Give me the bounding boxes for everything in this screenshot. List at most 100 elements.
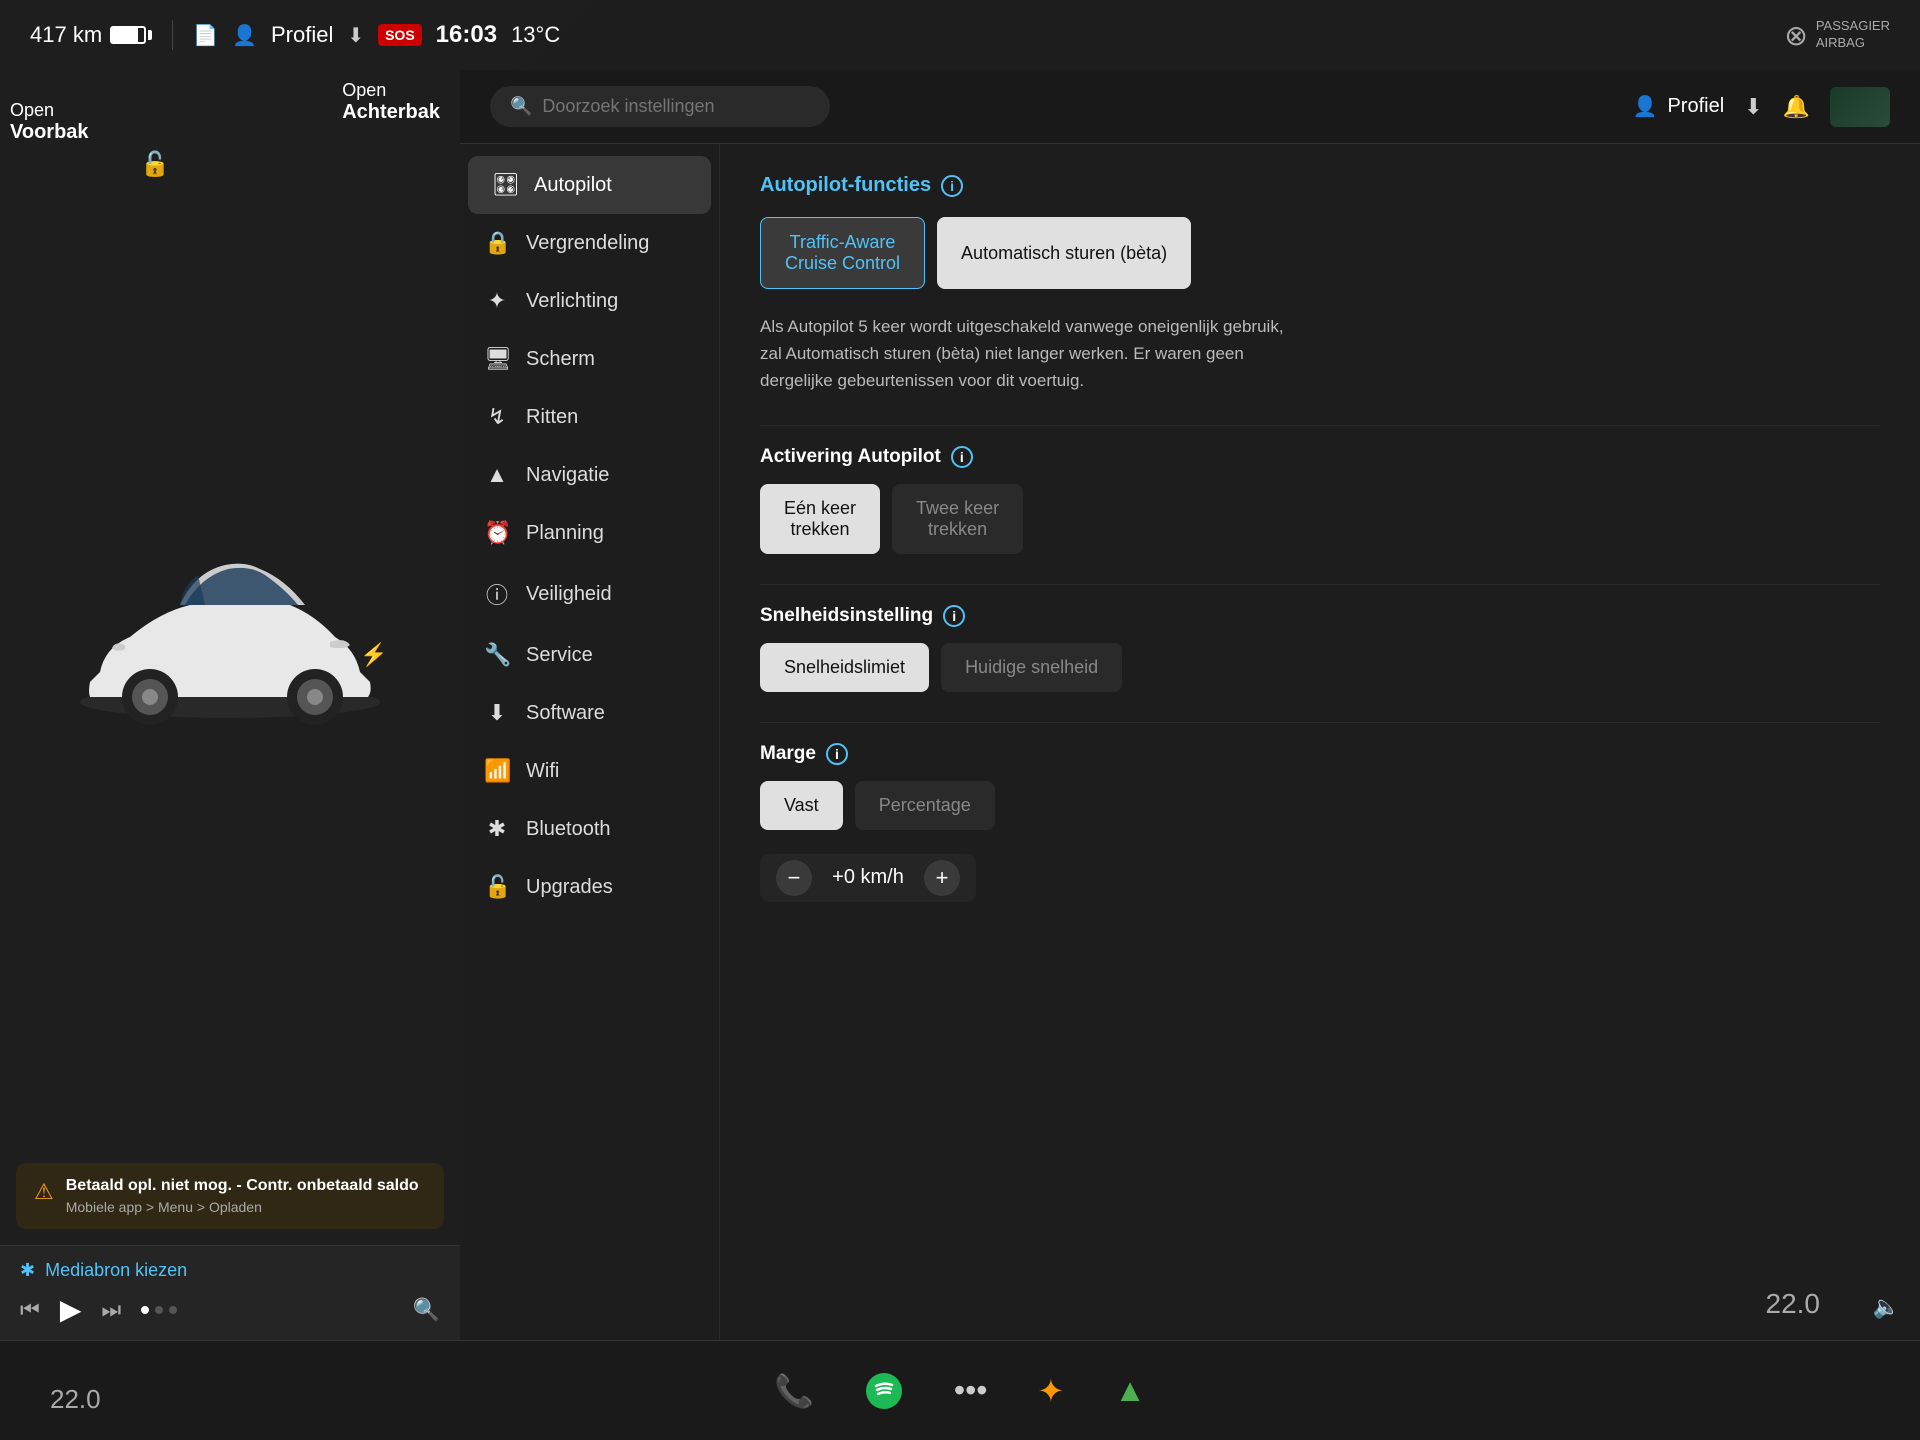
search-media-button[interactable]: 🔍 <box>413 1297 440 1323</box>
svg-text:⚡: ⚡ <box>360 642 387 668</box>
battery-range: 417 km <box>30 22 152 48</box>
btn-percentage[interactable]: Percentage <box>855 781 995 830</box>
speed-minus-button[interactable]: − <box>776 860 812 896</box>
settings-body: 🎛 Autopilot 🔒 Vergrendeling ✦ Verlichtin… <box>460 144 1920 1340</box>
service-label: Service <box>526 644 593 667</box>
menu-item-scherm[interactable]: 🖥 Scherm <box>460 330 719 388</box>
warning-icon: ⚠ <box>34 1179 54 1205</box>
battery-icon <box>110 26 152 44</box>
btn-vast[interactable]: Vast <box>760 781 843 830</box>
marge-info-icon[interactable]: i <box>826 743 848 765</box>
dot-3 <box>169 1306 177 1314</box>
snelheid-info-icon[interactable]: i <box>943 605 965 627</box>
scherm-label: Scherm <box>526 348 595 371</box>
car-container: Open Voorbak Open Achterbak 🔓 <box>0 70 460 1163</box>
menu-item-vergrendeling[interactable]: 🔒 Vergrendeling <box>460 214 719 272</box>
taskbar-arcade-button[interactable]: ✦ <box>1037 1372 1064 1410</box>
right-temperature-display: 22.0 <box>1766 1288 1821 1320</box>
menu-item-upgrades[interactable]: 🔓 Upgrades <box>460 858 719 916</box>
upgrades-icon: 🔓 <box>484 874 510 900</box>
speed-control: − +0 km/h + <box>760 854 976 902</box>
taskbar-nav-button[interactable]: ▲ <box>1114 1372 1146 1409</box>
menu-item-veiligheid[interactable]: ⓘ Veiligheid <box>460 562 719 626</box>
btn-huidige-snelheid[interactable]: Huidige snelheid <box>941 643 1122 692</box>
skip-back-button[interactable]: ⏮ <box>20 1297 40 1323</box>
volume-indicator[interactable]: 🔈 <box>1873 1294 1900 1320</box>
verlichting-icon: ✦ <box>484 288 510 314</box>
airbag-label: PASSAGIERAIRBAG <box>1816 18 1890 52</box>
scherm-icon: 🖥 <box>484 346 510 372</box>
warning-notification[interactable]: ⚠ Betaald opl. niet mog. - Contr. onbeta… <box>16 1163 444 1229</box>
menu-item-ritten[interactable]: ↯ Ritten <box>460 388 719 446</box>
btn-twee-keer[interactable]: Twee keertrekken <box>892 484 1023 554</box>
autopilot-functions-section: Autopilot-functies i <box>760 174 1880 197</box>
autopilot-mode-buttons: Traffic-AwareCruise Control Automatisch … <box>760 217 1880 289</box>
autopilot-functions-info-icon[interactable]: i <box>941 175 963 197</box>
taskbar-more-button[interactable]: ••• <box>954 1372 988 1409</box>
activering-title: Activering Autopilot i <box>760 446 1880 468</box>
marge-title: Marge i <box>760 743 1880 765</box>
profile-label-status: Profiel <box>271 22 333 48</box>
veiligheid-icon: ⓘ <box>484 578 510 610</box>
skip-forward-button[interactable]: ⏭ <box>101 1297 121 1323</box>
speed-plus-button[interactable]: + <box>924 860 960 896</box>
media-bar: ✱ Mediabron kiezen ⏮ ▶ ⏭ 🔍 <box>0 1245 460 1340</box>
bluetooth-label: Bluetooth <box>526 818 611 841</box>
menu-item-wifi[interactable]: 📶 Wifi <box>460 742 719 800</box>
btn-een-keer[interactable]: Eén keertrekken <box>760 484 880 554</box>
btn-auto-steer[interactable]: Automatisch sturen (bèta) <box>937 217 1191 289</box>
sos-badge[interactable]: SOS <box>378 24 422 46</box>
snelheid-label: Snelheidsinstelling <box>760 605 933 627</box>
autopilot-menu-label: Autopilot <box>534 174 612 197</box>
ritten-label: Ritten <box>526 406 578 429</box>
airbag-icon: ⊗ <box>1784 19 1807 52</box>
autopilot-functions-label: Autopilot-functies <box>760 174 931 197</box>
menu-item-service[interactable]: 🔧 Service <box>460 626 719 684</box>
status-time: 16:03 <box>436 21 497 49</box>
upgrades-label: Upgrades <box>526 876 613 899</box>
passenger-airbag: ⊗ PASSAGIERAIRBAG <box>1784 18 1890 52</box>
menu-item-software[interactable]: ⬇ Software <box>460 684 719 742</box>
btn-traffic-aware[interactable]: Traffic-AwareCruise Control <box>760 217 925 289</box>
search-input[interactable] <box>542 96 810 117</box>
marge-label: Marge <box>760 743 816 765</box>
menu-item-planning[interactable]: ⏰ Planning <box>460 504 719 562</box>
search-icon: 🔍 <box>510 96 532 117</box>
software-label: Software <box>526 702 605 725</box>
speed-value: +0 km/h <box>828 866 908 889</box>
download-icon-header[interactable]: ⬇ <box>1744 94 1762 120</box>
bell-icon[interactable]: 🔔 <box>1783 94 1810 120</box>
profile-label-header: Profiel <box>1667 95 1724 118</box>
wifi-label: Wifi <box>526 760 559 783</box>
taskbar-spotify-button[interactable] <box>864 1371 904 1411</box>
settings-menu: 🎛 Autopilot 🔒 Vergrendeling ✦ Verlichtin… <box>460 144 720 1340</box>
search-box[interactable]: 🔍 <box>490 86 830 127</box>
activering-buttons: Eén keertrekken Twee keertrekken <box>760 484 1880 554</box>
lock-icon-car: 🔓 <box>140 150 170 179</box>
snelheid-section: Snelheidsinstelling i Snelheidslimiet Hu… <box>760 605 1880 692</box>
taskbar: 22.0 📞 ••• ✦ ▲ <box>0 1340 1920 1440</box>
navigatie-icon: ▲ <box>484 462 510 488</box>
warning-subtitle: Mobiele app > Menu > Opladen <box>66 1199 419 1215</box>
activering-label: Activering Autopilot <box>760 446 941 468</box>
btn-snelheidslimiet[interactable]: Snelheidslimiet <box>760 643 929 692</box>
warning-title: Betaald opl. niet mog. - Contr. onbetaal… <box>66 1177 419 1195</box>
status-bar: 417 km 📄 👤 Profiel ⬇ SOS 16:03 13°C ⊗ PA… <box>0 0 1920 70</box>
menu-item-autopilot[interactable]: 🎛 Autopilot <box>468 156 711 214</box>
menu-item-verlichting[interactable]: ✦ Verlichting <box>460 272 719 330</box>
media-source[interactable]: ✱ Mediabron kiezen <box>20 1260 440 1281</box>
menu-item-bluetooth[interactable]: ✱ Bluetooth <box>460 800 719 858</box>
snelheid-title: Snelheidsinstelling i <box>760 605 1880 627</box>
car-svg: ⚡ <box>50 517 410 757</box>
status-icons: 📄 👤 Profiel ⬇ SOS 16:03 13°C <box>193 21 560 49</box>
status-temperature: 13°C <box>511 22 560 48</box>
header-profile[interactable]: 👤 Profiel <box>1633 94 1725 119</box>
settings-content: Autopilot-functies i Traffic-AwareCruise… <box>720 144 1920 1340</box>
activering-info-icon[interactable]: i <box>951 446 973 468</box>
taskbar-phone-button[interactable]: 📞 <box>774 1372 814 1410</box>
profile-icon-header: 👤 <box>1633 94 1658 119</box>
play-button[interactable]: ▶ <box>60 1293 82 1326</box>
menu-item-navigatie[interactable]: ▲ Navigatie <box>460 446 719 504</box>
wifi-icon: 📶 <box>484 758 510 784</box>
temp-left: 22.0 <box>50 1384 101 1415</box>
